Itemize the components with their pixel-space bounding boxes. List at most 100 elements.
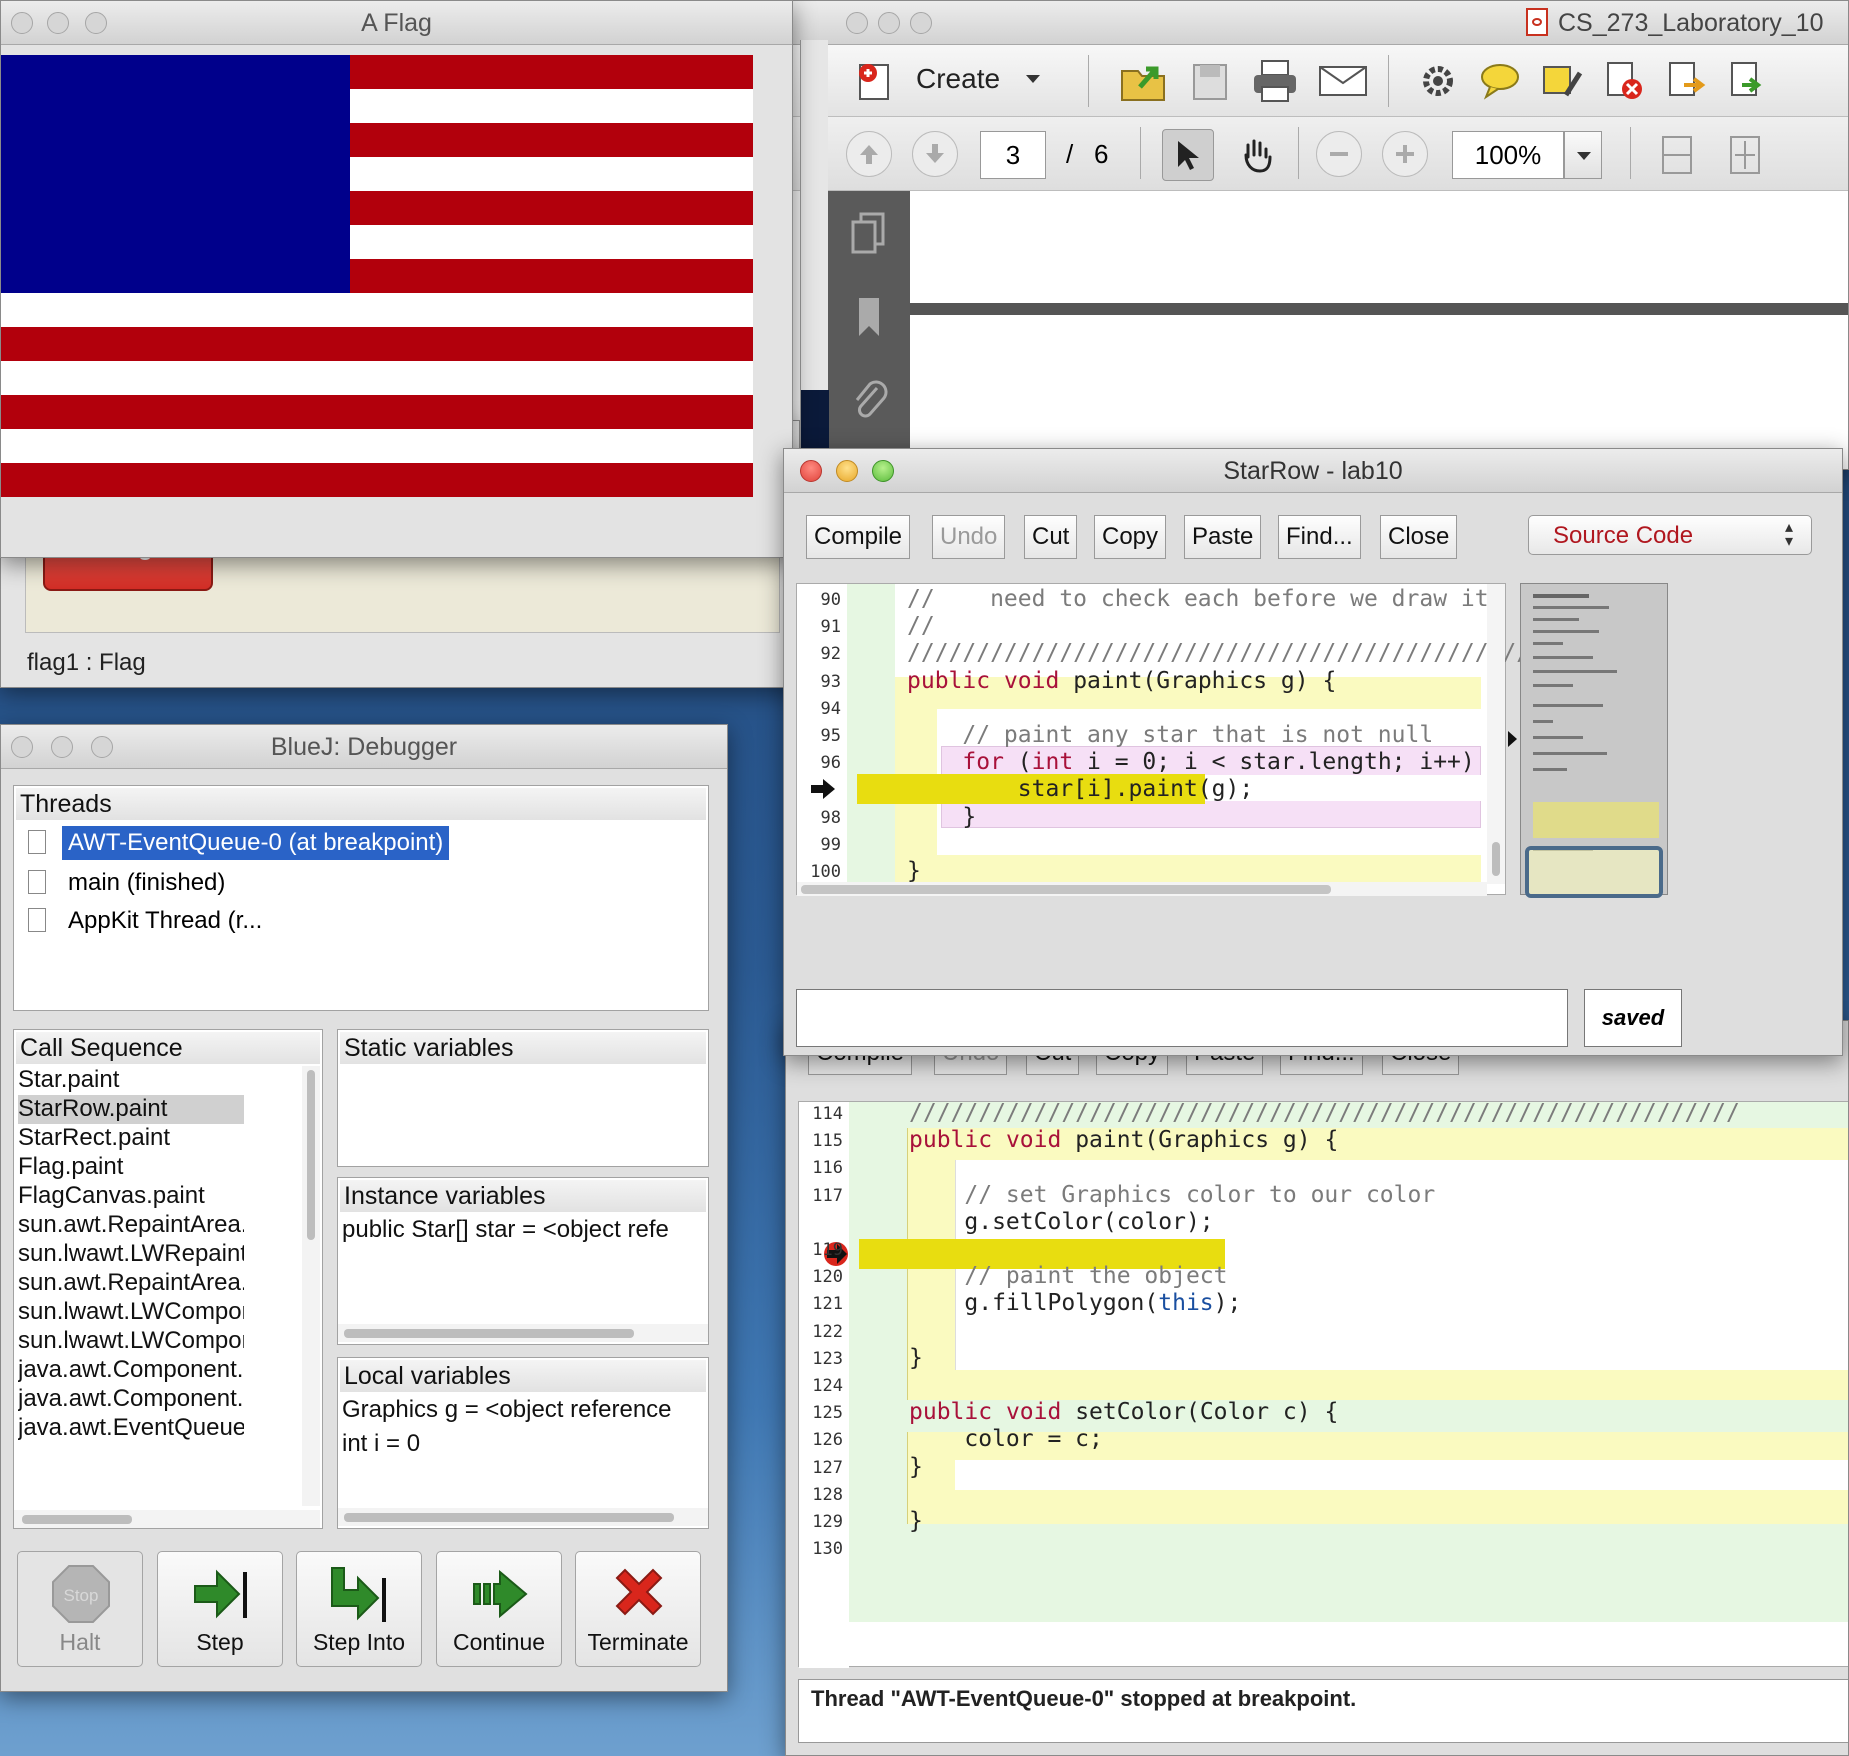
line-number[interactable]: 90 bbox=[797, 590, 841, 610]
export-page-icon[interactable] bbox=[1662, 59, 1710, 103]
halt-button[interactable]: Stop Halt bbox=[17, 1551, 143, 1667]
previous-page-icon[interactable] bbox=[846, 131, 892, 177]
call-sequence-item[interactable]: sun.lwawt.LWComponer bbox=[18, 1327, 244, 1356]
line-number[interactable]: 122 bbox=[799, 1322, 843, 1342]
find-button[interactable]: Find... bbox=[1278, 515, 1361, 559]
line-number[interactable]: 130 bbox=[799, 1539, 843, 1559]
step-button[interactable]: Step bbox=[157, 1551, 283, 1667]
code-line[interactable]: for (int i = 0; i < star.length; i++) { bbox=[907, 749, 1502, 775]
line-number[interactable]: 124 bbox=[799, 1376, 843, 1396]
call-sequence-item[interactable]: java.awt.Component.di bbox=[18, 1385, 244, 1414]
call-sequence-vscroll[interactable] bbox=[302, 1066, 320, 1506]
call-sequence-item[interactable]: java.awt.EventQueue.di bbox=[18, 1414, 244, 1443]
comment-icon[interactable] bbox=[1476, 59, 1524, 103]
copy-button[interactable]: Copy bbox=[1094, 515, 1167, 559]
horizontal-scrollbar[interactable] bbox=[797, 882, 1487, 896]
code-line[interactable]: // need to check each before we draw it. bbox=[907, 586, 1502, 612]
line-number[interactable]: 129 bbox=[799, 1512, 843, 1532]
highlight-text-icon[interactable] bbox=[1538, 59, 1586, 103]
navview-toggle-icon[interactable] bbox=[1508, 731, 1517, 747]
line-number[interactable]: 92 bbox=[797, 644, 841, 664]
code-line[interactable]: star[i].paint(g); bbox=[907, 776, 1253, 802]
code-line[interactable]: g.setColor(color); bbox=[909, 1209, 1213, 1235]
code-line[interactable]: // set Graphics color to our color bbox=[909, 1182, 1435, 1208]
pdf-minimize-light[interactable] bbox=[878, 12, 900, 34]
zoom-in-icon[interactable] bbox=[1382, 131, 1428, 177]
page-thumbnails-icon[interactable] bbox=[846, 207, 892, 261]
call-sequence-vscroll-thumb[interactable] bbox=[307, 1070, 315, 1240]
navigation-viewport-box[interactable] bbox=[1525, 846, 1663, 898]
call-sequence-hscroll[interactable] bbox=[14, 1510, 320, 1528]
create-pdf-icon[interactable] bbox=[854, 59, 898, 103]
call-sequence-item[interactable]: StarRect.paint bbox=[18, 1124, 244, 1153]
continue-button[interactable]: Continue bbox=[436, 1551, 562, 1667]
page-number-input[interactable]: 3 bbox=[980, 131, 1046, 179]
line-number[interactable]: 116 bbox=[799, 1158, 843, 1178]
thread-item[interactable]: AppKit Thread (r... bbox=[22, 904, 422, 938]
save-icon[interactable] bbox=[1188, 57, 1232, 105]
thread-item[interactable]: main (finished) bbox=[22, 866, 422, 900]
undo-button[interactable]: Undo bbox=[932, 515, 1006, 559]
line-number[interactable]: 99 bbox=[797, 835, 841, 855]
hand-tool-icon[interactable] bbox=[1230, 129, 1282, 181]
line-number[interactable]: 128 bbox=[799, 1485, 843, 1505]
create-dropdown-icon[interactable] bbox=[1026, 75, 1040, 83]
fit-width-icon[interactable] bbox=[1654, 131, 1700, 179]
close-button[interactable]: Close bbox=[1380, 515, 1458, 559]
line-number[interactable]: 95 bbox=[797, 726, 841, 746]
pdf-close-light[interactable] bbox=[846, 12, 868, 34]
code-line[interactable]: public void paint(Graphics g) { bbox=[907, 668, 1336, 694]
zoom-dropdown-button[interactable] bbox=[1564, 131, 1602, 179]
settings-gear-icon[interactable] bbox=[1416, 59, 1460, 103]
call-sequence-item[interactable]: sun.awt.RepaintArea.pa bbox=[18, 1211, 244, 1240]
code-line[interactable]: } bbox=[907, 858, 921, 884]
thread-item[interactable]: AWT-EventQueue-0 (at breakpoint) bbox=[22, 826, 492, 860]
next-page-icon[interactable] bbox=[912, 131, 958, 177]
line-number[interactable]: 100 bbox=[797, 862, 841, 882]
delete-page-icon[interactable] bbox=[1600, 59, 1648, 103]
line-number[interactable]: 120 bbox=[799, 1267, 843, 1287]
line-number[interactable]: 119 bbox=[799, 1240, 843, 1260]
line-number[interactable]: 96 bbox=[797, 753, 841, 773]
select-cursor-icon[interactable] bbox=[1162, 129, 1214, 181]
terminate-button[interactable]: Terminate bbox=[575, 1551, 701, 1667]
fit-page-icon[interactable] bbox=[1722, 131, 1768, 179]
line-number[interactable]: 121 bbox=[799, 1294, 843, 1314]
horizontal-scroll-thumb[interactable] bbox=[801, 885, 1331, 894]
code-line[interactable]: public void setColor(Color c) { bbox=[909, 1399, 1338, 1425]
local-hscroll-thumb[interactable] bbox=[344, 1513, 674, 1522]
line-number[interactable]: 98 bbox=[797, 808, 841, 828]
line-number[interactable]: 127 bbox=[799, 1458, 843, 1478]
line-number[interactable]: 126 bbox=[799, 1430, 843, 1450]
local-hscroll[interactable] bbox=[338, 1508, 708, 1526]
call-sequence-hscroll-thumb[interactable] bbox=[22, 1515, 132, 1524]
line-number[interactable]: 93 bbox=[797, 672, 841, 692]
zoom-out-icon[interactable] bbox=[1316, 131, 1362, 177]
attachment-paperclip-icon[interactable] bbox=[846, 375, 892, 429]
call-sequence-item[interactable]: java.awt.Component.di bbox=[18, 1356, 244, 1385]
call-sequence-item[interactable]: sun.lwawt.LWRepaintAr bbox=[18, 1240, 244, 1269]
line-number[interactable]: 114 bbox=[799, 1104, 843, 1124]
code-line[interactable]: } bbox=[909, 1454, 923, 1480]
print-icon[interactable] bbox=[1250, 57, 1300, 105]
call-sequence-item[interactable]: Star.paint bbox=[18, 1066, 244, 1095]
code-line[interactable]: } bbox=[909, 1508, 923, 1534]
line-number[interactable]: 125 bbox=[799, 1403, 843, 1423]
code-line[interactable]: // paint the object bbox=[909, 1263, 1227, 1289]
view-selector[interactable]: Source Code ▴ ▾ bbox=[1528, 515, 1812, 555]
instance-hscroll-thumb[interactable] bbox=[344, 1329, 634, 1338]
instance-hscroll[interactable] bbox=[338, 1324, 708, 1342]
call-sequence-item[interactable]: FlagCanvas.paint bbox=[18, 1182, 244, 1211]
call-sequence-item[interactable]: sun.awt.RepaintArea.pa bbox=[18, 1269, 244, 1298]
zoom-level-input[interactable]: 100% bbox=[1452, 131, 1564, 179]
paste-button[interactable]: Paste bbox=[1184, 515, 1262, 559]
code-line[interactable]: ////////////////////////////////////////… bbox=[909, 1100, 1740, 1126]
line-number[interactable]: 117 bbox=[799, 1186, 843, 1206]
instance-variable-item[interactable]: public Star[] star = <object refe bbox=[342, 1216, 669, 1244]
call-sequence-item[interactable]: Flag.paint bbox=[18, 1153, 244, 1182]
code-line[interactable]: } bbox=[907, 804, 976, 830]
code-line[interactable]: color = c; bbox=[909, 1426, 1103, 1452]
call-sequence-item[interactable]: sun.lwawt.LWComponer bbox=[18, 1298, 244, 1327]
line-number[interactable]: 123 bbox=[799, 1349, 843, 1369]
local-variable-item[interactable]: Graphics g = <object reference bbox=[342, 1396, 672, 1424]
